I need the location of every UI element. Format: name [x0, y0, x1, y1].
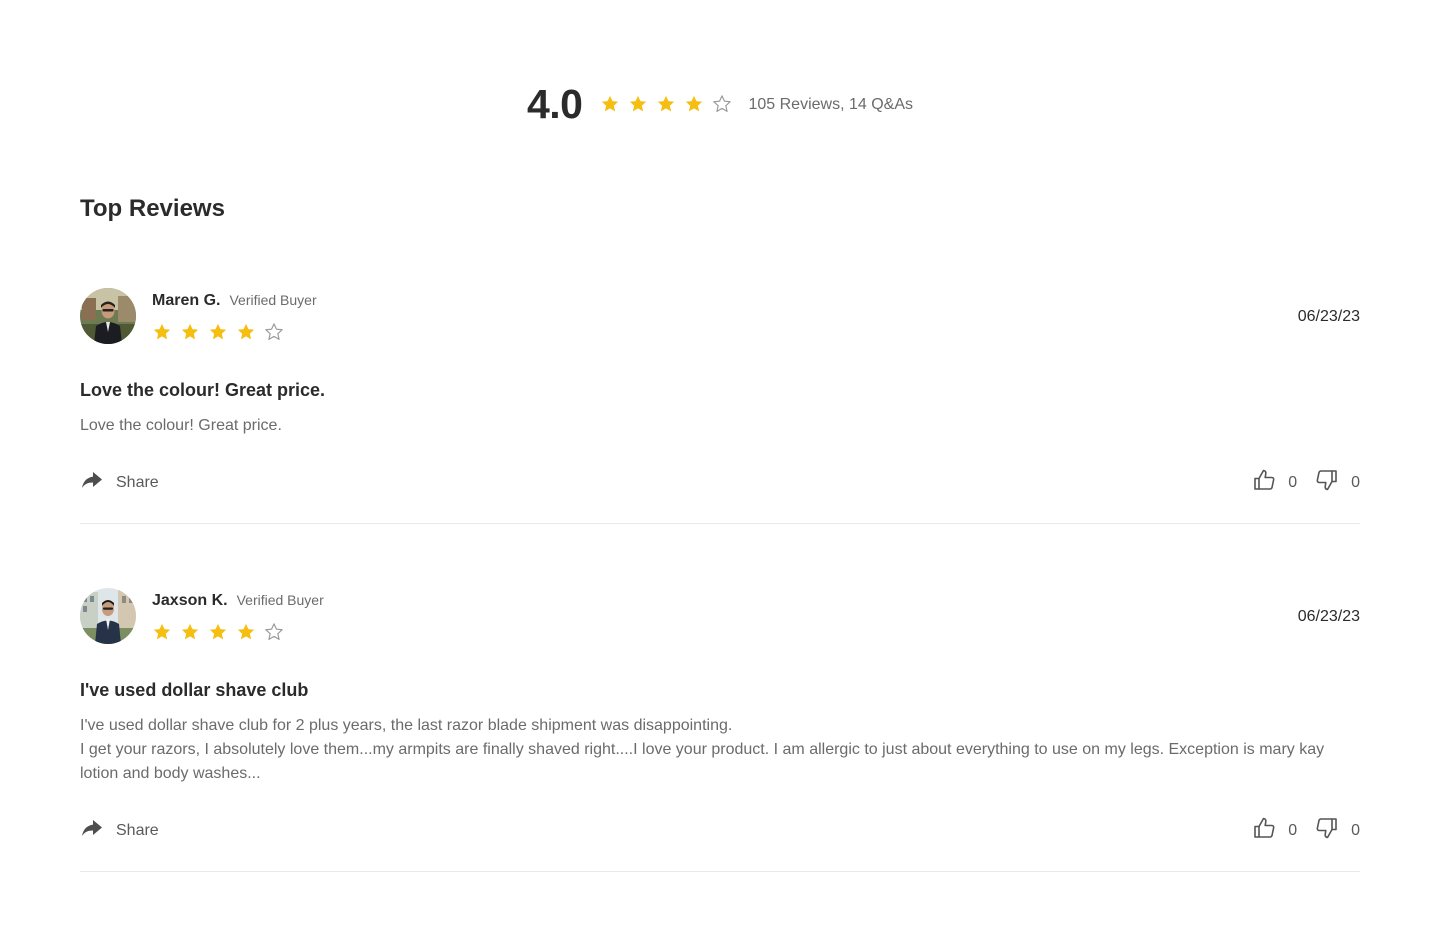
review-title: Love the colour! Great price.	[80, 380, 326, 400]
review-body: I've used dollar shave club for 2 plus y…	[80, 714, 1360, 786]
star-filled-icon	[602, 95, 619, 112]
like-button[interactable]: 0	[1252, 468, 1297, 497]
star-filled-icon	[686, 95, 703, 112]
reviewer-name: Jaxson K.	[152, 592, 228, 609]
share-label: Share	[116, 473, 159, 491]
review-title: I've used dollar shave club	[80, 680, 309, 700]
share-arrow-icon	[80, 468, 104, 497]
reviewer-name: Maren G.	[152, 292, 221, 309]
share-button[interactable]: Share	[80, 468, 159, 497]
avatar	[80, 588, 136, 644]
star-outline-icon	[265, 623, 283, 640]
star-filled-icon	[181, 323, 199, 340]
star-filled-icon	[630, 95, 647, 112]
thumbs-up-icon	[1252, 816, 1276, 845]
dislike-button[interactable]: 0	[1315, 468, 1360, 497]
like-button[interactable]: 0	[1252, 816, 1297, 845]
star-outline-icon	[265, 323, 283, 340]
star-filled-icon	[658, 95, 675, 112]
star-filled-icon	[209, 623, 227, 640]
review-stars	[152, 622, 284, 642]
star-filled-icon	[209, 323, 227, 340]
review-body: Love the colour! Great price.	[80, 414, 1360, 438]
like-count: 0	[1288, 473, 1298, 491]
rating-summary: 4.0 105 Reviews, 14 Q&As	[0, 80, 1440, 128]
review-body-line: I get your razors, I absolutely love the…	[80, 741, 1325, 782]
thumbs-down-icon	[1315, 468, 1339, 497]
review-count[interactable]: 105 Reviews, 14 Q&As	[748, 93, 913, 115]
star-filled-icon	[237, 623, 255, 640]
review-divider	[80, 523, 1360, 524]
avatar	[80, 288, 136, 344]
verified-buyer-badge: Verified Buyer	[236, 592, 324, 608]
author-line: Maren G. Verified Buyer	[152, 292, 317, 310]
star-filled-icon	[237, 323, 255, 340]
review-divider	[80, 871, 1360, 872]
section-title: Top Reviews	[80, 195, 225, 222]
star-filled-icon	[153, 623, 171, 640]
dislike-count: 0	[1351, 473, 1360, 491]
review-date: 06/23/23	[1297, 308, 1360, 325]
star-outline-icon	[713, 95, 732, 112]
average-rating: 4.0	[526, 81, 583, 127]
summary-stars	[600, 94, 732, 114]
share-button[interactable]: Share	[80, 816, 159, 845]
star-filled-icon	[153, 323, 171, 340]
share-label: Share	[116, 821, 159, 839]
review-body-line: I've used dollar shave club for 2 plus y…	[80, 717, 733, 734]
like-count: 0	[1288, 821, 1298, 839]
author-line: Jaxson K. Verified Buyer	[152, 592, 324, 610]
dislike-button[interactable]: 0	[1315, 816, 1360, 845]
review-stars	[152, 322, 284, 342]
thumbs-down-icon	[1315, 816, 1339, 845]
vote-controls: 0 0	[1252, 816, 1360, 845]
vote-controls: 0 0	[1252, 468, 1360, 497]
review-date: 06/23/23	[1297, 608, 1360, 625]
review-body-line: Love the colour! Great price.	[80, 417, 282, 434]
share-arrow-icon	[80, 816, 104, 845]
verified-buyer-badge: Verified Buyer	[229, 292, 317, 308]
dislike-count: 0	[1351, 821, 1360, 839]
thumbs-up-icon	[1252, 468, 1276, 497]
star-filled-icon	[181, 623, 199, 640]
